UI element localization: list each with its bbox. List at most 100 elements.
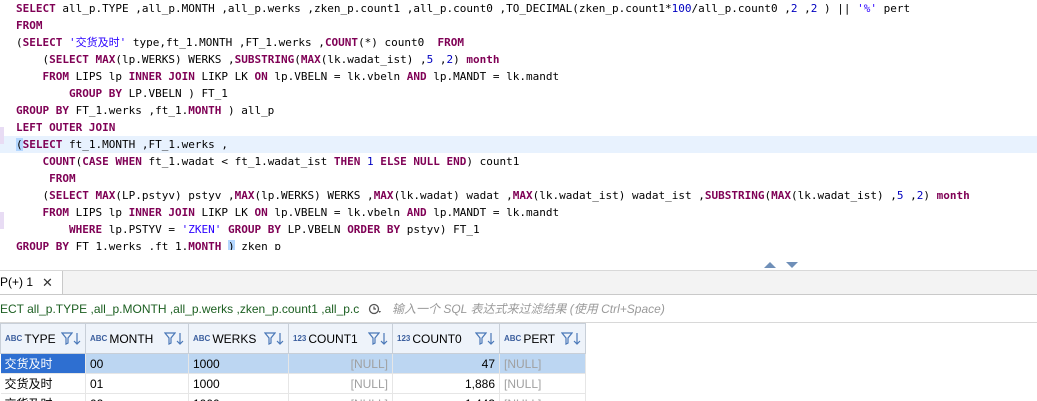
code-line[interactable]: (SELECT MAX(LP.pstyv) pstyv ,MAX(lp.WERK… bbox=[0, 187, 1037, 204]
column-header-type[interactable]: ABC TYPE bbox=[0, 323, 86, 354]
filter-sort-icons[interactable] bbox=[61, 331, 81, 346]
sort-icon[interactable] bbox=[276, 332, 284, 346]
code-token: FROM bbox=[49, 172, 76, 185]
sort-icon[interactable] bbox=[380, 332, 388, 346]
editor-footer bbox=[0, 250, 1037, 271]
code-line[interactable]: (SELECT ft_1.MONTH ,FT_1.werks , bbox=[0, 136, 1037, 153]
sort-icon[interactable] bbox=[176, 332, 184, 346]
table-cell-count0[interactable]: 1,443 bbox=[392, 393, 500, 401]
code-token: MAX bbox=[95, 53, 116, 66]
code-line[interactable]: WHERE lp.PSTYV = 'ZKEN' GROUP BY LP.VBEL… bbox=[0, 221, 1037, 238]
filter-icon[interactable] bbox=[61, 332, 73, 346]
column-header-count1[interactable]: 123 COUNT1 bbox=[288, 323, 393, 354]
filter-icon[interactable] bbox=[561, 332, 573, 346]
filter-sort-icons[interactable] bbox=[561, 331, 581, 346]
sql-editor[interactable]: SELECT all_p.TYPE ,all_p.MONTH ,all_p.we… bbox=[0, 0, 1037, 250]
code-token: (lk.wadat_ist) , bbox=[790, 189, 897, 202]
column-header-werks[interactable]: ABC WERKS bbox=[188, 323, 289, 354]
table-cell-pert[interactable]: [NULL] bbox=[499, 353, 586, 374]
table-cell-pert[interactable]: [NULL] bbox=[499, 393, 586, 401]
table-cell-type[interactable]: 交货及时 bbox=[0, 353, 86, 374]
result-table: ABC TYPE ABC MONTH ABC WERKS 123 COUNT1 123 COUNT… bbox=[0, 323, 586, 401]
code-token: pstyv) FT_1 bbox=[400, 223, 480, 236]
tab-result-1[interactable]: P(+) 1 ✕ bbox=[0, 271, 63, 294]
filter-icon[interactable] bbox=[475, 332, 487, 346]
column-header-month[interactable]: ABC MONTH bbox=[85, 323, 189, 354]
filter-history-icon[interactable] bbox=[368, 302, 382, 316]
table-cell-month[interactable]: 00 bbox=[85, 353, 189, 374]
column-name: PERT bbox=[523, 331, 556, 346]
table-cell-count1[interactable]: [NULL] bbox=[288, 353, 393, 374]
table-cell-type[interactable]: 交货及时 bbox=[0, 393, 86, 401]
code-line[interactable]: FROM LIPS lp INNER JOIN LIKP LK ON lp.VB… bbox=[0, 68, 1037, 85]
sort-icon[interactable] bbox=[487, 332, 495, 346]
table-row[interactable]: 交货及时 00 1000 [NULL] 47 [NULL] bbox=[0, 353, 586, 374]
code-token: MAX bbox=[234, 189, 255, 202]
table-cell-count1[interactable]: [NULL] bbox=[288, 373, 393, 394]
code-line[interactable]: (SELECT MAX(lp.WERKS) WERKS ,SUBSTRING(M… bbox=[0, 51, 1037, 68]
table-cell-werks[interactable]: 1000 bbox=[188, 373, 289, 394]
code-token: SELECT bbox=[16, 2, 56, 15]
code-token: , bbox=[797, 2, 811, 15]
close-icon[interactable]: ✕ bbox=[42, 271, 53, 294]
table-cell-count0[interactable]: 1,886 bbox=[392, 373, 500, 394]
code-token: FROM bbox=[42, 206, 70, 219]
code-line[interactable]: FROM LIPS lp INNER JOIN LIKP LK ON lp.VB… bbox=[0, 204, 1037, 221]
code-line[interactable]: SELECT all_p.TYPE ,all_p.MONTH ,all_p.we… bbox=[0, 0, 1037, 17]
table-cell-count0[interactable]: 47 bbox=[392, 353, 500, 374]
table-cell-count1[interactable]: [NULL] bbox=[288, 393, 393, 401]
code-line[interactable]: (SELECT '交货及时' type,ft_1.MONTH ,FT_1.wer… bbox=[0, 34, 1037, 51]
filter-sort-icons[interactable] bbox=[475, 331, 495, 346]
code-line[interactable]: GROUP BY FT_1.werks ,ft_1.MONTH ) zken_p bbox=[0, 238, 1037, 250]
column-header-count0[interactable]: 123 COUNT0 bbox=[392, 323, 500, 354]
table-cell-werks[interactable]: 1000 bbox=[188, 353, 289, 374]
code-token: 'ZKEN' bbox=[181, 223, 222, 236]
code-token: MAX bbox=[95, 189, 116, 202]
code-token: INNER JOIN bbox=[128, 70, 195, 83]
code-token: MONTH bbox=[188, 240, 222, 250]
filter-icon[interactable] bbox=[264, 332, 276, 346]
table-cell-month[interactable]: 01 bbox=[85, 373, 189, 394]
sort-icon[interactable] bbox=[73, 332, 81, 346]
code-token: THEN bbox=[333, 155, 361, 168]
filter-sort-icons[interactable] bbox=[164, 331, 184, 346]
table-row[interactable]: 交货及时021000[NULL]1,443[NULL] bbox=[0, 393, 586, 401]
table-row[interactable]: 交货及时 01 1000 [NULL] 1,886 [NULL] bbox=[0, 373, 586, 394]
code-token: MAX bbox=[373, 189, 394, 202]
panel-toggle[interactable] bbox=[764, 262, 804, 270]
code-token: (lk.wadat_ist) , bbox=[320, 53, 427, 66]
chevron-up-icon[interactable] bbox=[764, 262, 776, 268]
code-token: (lp.WERKS) WERKS , bbox=[254, 189, 374, 202]
code-token: 5 bbox=[896, 189, 904, 202]
table-cell-type[interactable]: 交货及时 bbox=[0, 373, 86, 394]
column-header-pert[interactable]: ABC PERT bbox=[499, 323, 586, 354]
code-line[interactable]: FROM bbox=[0, 17, 1037, 34]
code-token: FT_1.werks ,ft_1. bbox=[68, 104, 189, 117]
table-cell-pert[interactable]: [NULL] bbox=[499, 373, 586, 394]
chevron-down-icon[interactable] bbox=[786, 262, 798, 268]
code-line[interactable]: GROUP BY LP.VBELN ) FT_1 bbox=[0, 85, 1037, 102]
code-token: LP.VBELN bbox=[280, 223, 348, 236]
code-line[interactable]: LEFT OUTER JOIN bbox=[0, 119, 1037, 136]
sort-icon[interactable] bbox=[573, 332, 581, 346]
filter-icon[interactable] bbox=[164, 332, 176, 346]
code-token: ft_1.wadat < ft_1.wadat_ist bbox=[141, 155, 334, 168]
code-text: FROM LIPS lp INNER JOIN LIKP LK ON lp.VB… bbox=[16, 204, 560, 221]
filter-sort-icons[interactable] bbox=[264, 331, 284, 346]
filter-icon[interactable] bbox=[368, 332, 380, 346]
code-line[interactable]: COUNT(CASE WHEN ft_1.wadat < ft_1.wadat_… bbox=[0, 153, 1037, 170]
code-line[interactable]: FROM bbox=[0, 170, 1037, 187]
column-name: COUNT1 bbox=[308, 331, 358, 346]
table-cell-month[interactable]: 02 bbox=[85, 393, 189, 401]
code-token: pert bbox=[877, 2, 911, 15]
filter-input[interactable] bbox=[388, 299, 1036, 319]
code-token: (lk.wadat_ist) wadat_ist , bbox=[532, 189, 705, 202]
code-line[interactable]: GROUP BY FT_1.werks ,ft_1.MONTH ) all_p bbox=[0, 102, 1037, 119]
code-token: ( bbox=[16, 138, 23, 151]
filter-sort-icons[interactable] bbox=[368, 331, 388, 346]
table-cell-werks[interactable]: 1000 bbox=[188, 393, 289, 401]
code-token: zken_p bbox=[234, 240, 281, 250]
code-token: MONTH bbox=[188, 104, 222, 117]
